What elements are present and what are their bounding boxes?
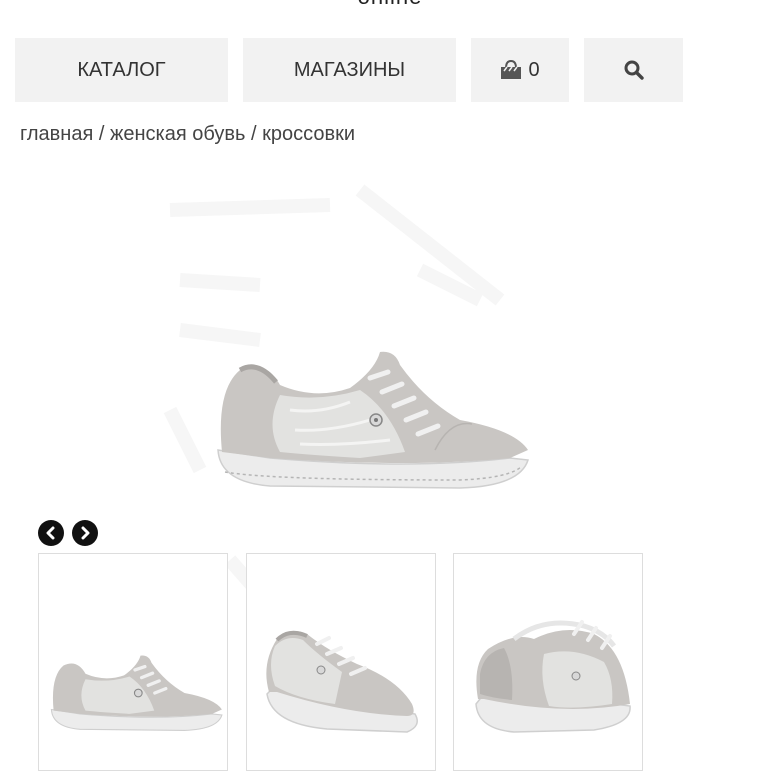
cart-count: 0 (528, 58, 540, 81)
breadcrumb-category[interactable]: женская обувь (110, 123, 245, 145)
chevron-right-icon (81, 526, 90, 540)
catalog-button[interactable]: КАТАЛОГ (15, 38, 228, 102)
breadcrumb-current: кроссовки (262, 123, 355, 145)
search-icon (624, 60, 644, 80)
site-title-cut-off: online (0, 0, 780, 10)
gallery-prev-button[interactable] (38, 520, 64, 546)
thumbnail-image (266, 630, 418, 733)
breadcrumb: главная / женская обувь / кроссовки (20, 123, 355, 146)
breadcrumb-separator: / (98, 123, 110, 145)
stores-label: МАГАЗИНЫ (293, 58, 406, 81)
main-product-image (217, 351, 529, 489)
cart-button[interactable]: 0 (471, 38, 569, 102)
thumbnail-side-view[interactable] (38, 553, 228, 771)
breadcrumb-separator: / (250, 123, 263, 145)
catalog-label: КАТАЛОГ (77, 58, 166, 81)
breadcrumb-home[interactable]: главная (20, 123, 93, 145)
search-button[interactable] (584, 38, 683, 102)
thumbnail-front-view[interactable] (246, 553, 436, 771)
thumbnail-image (50, 655, 223, 731)
chevron-left-icon (46, 526, 55, 540)
thumbnail-back-view[interactable] (453, 553, 643, 771)
thumbnail-image (475, 620, 631, 733)
gallery-next-button[interactable] (72, 520, 98, 546)
stores-button[interactable]: МАГАЗИНЫ (243, 38, 456, 102)
shopping-bag-icon (501, 60, 522, 79)
